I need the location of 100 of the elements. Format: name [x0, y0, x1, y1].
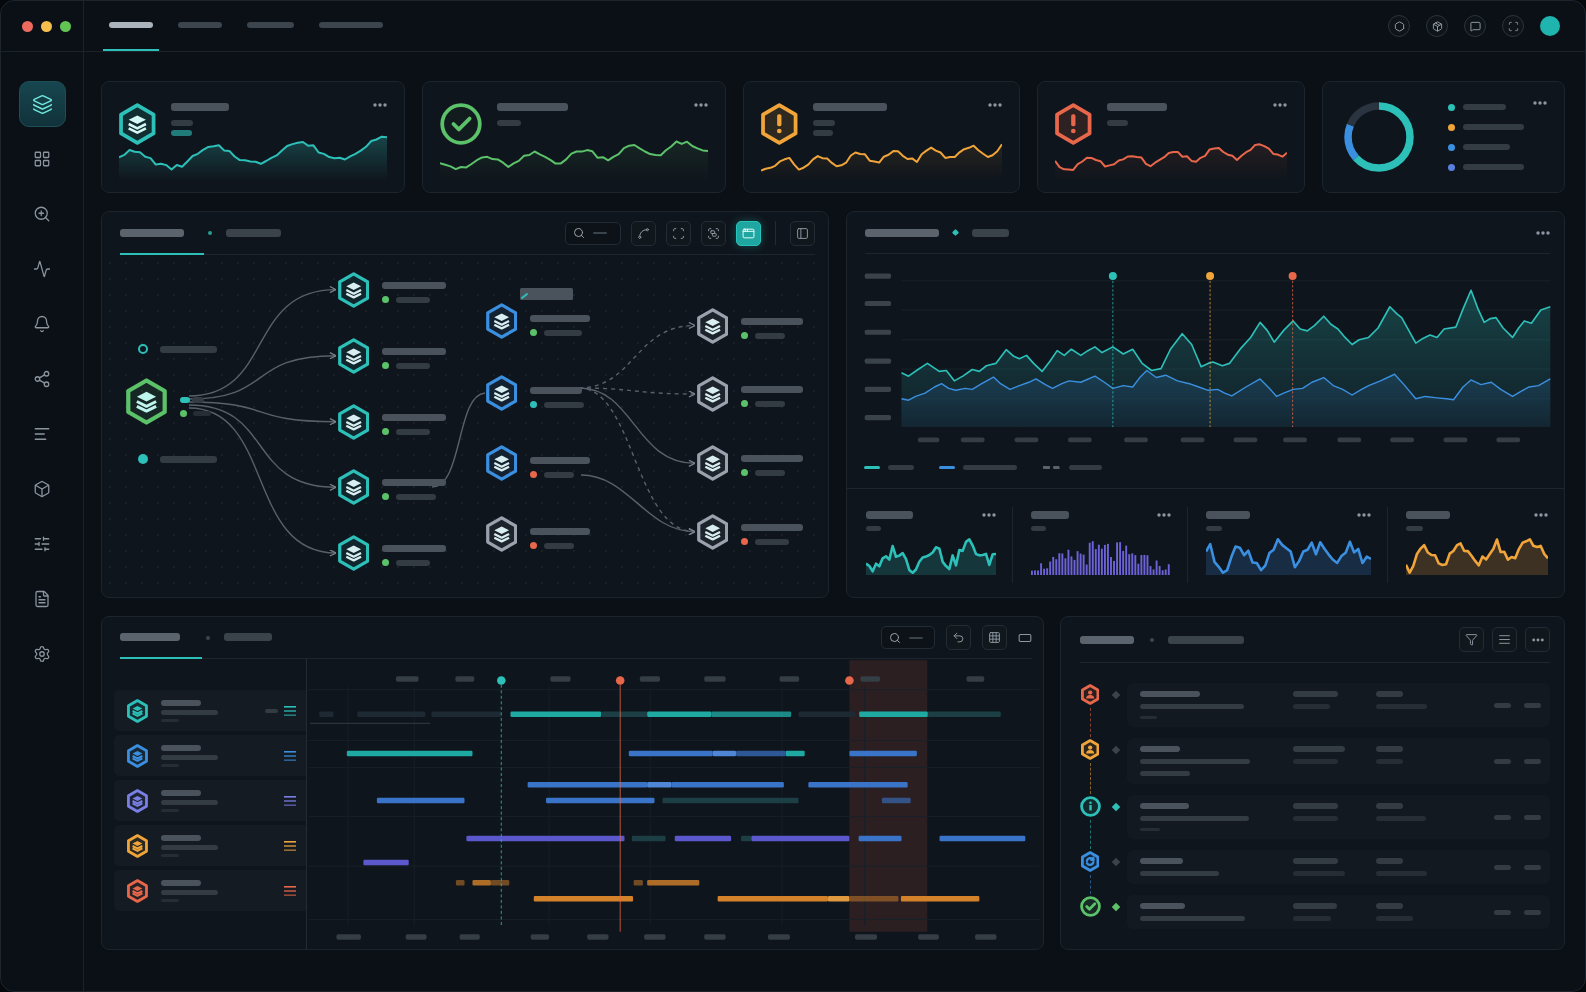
filter-button[interactable] — [1459, 627, 1484, 652]
text-placeholder — [866, 511, 913, 519]
schedule-row[interactable] — [114, 870, 306, 911]
scan-button[interactable] — [1502, 15, 1524, 37]
scan-tool-button[interactable] — [666, 220, 691, 246]
settings-icon — [33, 645, 51, 663]
text-placeholder — [1406, 511, 1450, 519]
schedule-row[interactable] — [114, 690, 306, 731]
text-placeholder — [1293, 691, 1338, 697]
more-icon[interactable] — [694, 103, 708, 107]
text-placeholder — [1031, 511, 1069, 519]
text-placeholder — [1463, 104, 1506, 110]
text-placeholder — [120, 633, 180, 641]
text-placeholder — [1376, 691, 1403, 697]
text-placeholder — [1376, 746, 1403, 752]
hexagon-icon — [1393, 20, 1405, 32]
more-icon[interactable] — [988, 103, 1002, 107]
search-field[interactable] — [881, 626, 935, 649]
text-placeholder — [1206, 526, 1222, 531]
text-placeholder — [755, 469, 786, 476]
text-placeholder — [741, 386, 804, 393]
more-icon[interactable] — [1536, 230, 1550, 235]
more-icon[interactable] — [982, 513, 996, 517]
scan-icon — [1507, 20, 1519, 32]
schedule-row[interactable] — [114, 780, 306, 821]
list-button[interactable] — [1492, 627, 1517, 652]
package-button[interactable] — [1426, 15, 1448, 37]
text-placeholder — [755, 538, 790, 545]
text-placeholder — [170, 103, 229, 111]
undo-button[interactable] — [946, 625, 971, 650]
text-placeholder — [1463, 144, 1510, 150]
text-placeholder — [160, 789, 201, 796]
text-placeholder — [226, 228, 281, 237]
message-button[interactable] — [1464, 15, 1486, 37]
text-placeholder — [888, 465, 914, 470]
text-placeholder — [1524, 814, 1541, 820]
text-placeholder — [178, 22, 222, 28]
separator-dot-icon — [208, 231, 212, 235]
more-button[interactable] — [1525, 627, 1550, 652]
donut-chart — [1343, 101, 1415, 173]
text-placeholder — [120, 228, 184, 237]
text-placeholder — [1140, 691, 1200, 697]
text-placeholder — [1463, 124, 1524, 130]
more-icon[interactable] — [1533, 101, 1547, 105]
message-icon — [1469, 20, 1481, 32]
panel-icon — [796, 226, 809, 240]
more-icon[interactable] — [1357, 513, 1371, 517]
text-placeholder — [247, 22, 294, 28]
text-placeholder — [1524, 758, 1541, 764]
sidebar-item[interactable] — [18, 81, 66, 127]
text-placeholder — [396, 559, 431, 566]
text-placeholder — [1206, 511, 1250, 519]
text-placeholder — [1494, 814, 1511, 820]
text-placeholder — [160, 879, 201, 886]
window-tool-button[interactable] — [736, 220, 761, 246]
text-placeholder — [1494, 758, 1511, 764]
group-icon — [707, 226, 720, 240]
text-placeholder — [1406, 526, 1423, 531]
text-placeholder — [1140, 903, 1185, 909]
text-placeholder — [1376, 903, 1403, 909]
lines-icon — [33, 425, 51, 443]
search-icon — [889, 631, 901, 644]
text-placeholder — [497, 103, 568, 111]
share-icon — [33, 370, 51, 388]
connector-tool-button[interactable] — [631, 220, 656, 246]
avatar-icon[interactable] — [1540, 16, 1560, 36]
text-placeholder — [812, 130, 833, 136]
spline-icon — [637, 226, 650, 240]
text-placeholder — [1080, 635, 1134, 644]
text-placeholder — [160, 709, 218, 715]
drag-handle-icon — [284, 840, 296, 851]
text-placeholder — [755, 332, 786, 339]
sliders-icon — [33, 535, 51, 553]
text-placeholder — [1524, 864, 1541, 870]
hexagon-button[interactable] — [1388, 15, 1410, 37]
text-placeholder — [1293, 746, 1345, 752]
text-placeholder — [170, 120, 193, 126]
panel-tool-button[interactable] — [790, 220, 815, 246]
group-tool-button[interactable] — [701, 220, 726, 246]
more-icon[interactable] — [1273, 103, 1287, 107]
more-icon — [1531, 637, 1544, 642]
text-placeholder — [866, 526, 881, 531]
schedule-row[interactable] — [114, 825, 306, 866]
search-field[interactable] — [565, 221, 621, 245]
text-placeholder — [160, 744, 201, 751]
close-button[interactable] — [22, 20, 33, 32]
text-placeholder — [160, 834, 201, 841]
maximize-button[interactable] — [60, 20, 71, 32]
minimize-button[interactable] — [41, 20, 52, 32]
more-icon[interactable] — [1157, 513, 1171, 517]
text-placeholder — [1293, 903, 1337, 909]
drag-handle-icon — [284, 795, 296, 806]
undo-icon — [952, 631, 965, 644]
more-icon[interactable] — [373, 103, 387, 107]
more-icon[interactable] — [1534, 513, 1548, 517]
filter-icon — [1465, 633, 1478, 646]
grid-icon — [33, 150, 51, 168]
grid-button[interactable] — [982, 625, 1007, 650]
schedule-row[interactable] — [114, 735, 306, 776]
list-icon — [1498, 633, 1511, 646]
